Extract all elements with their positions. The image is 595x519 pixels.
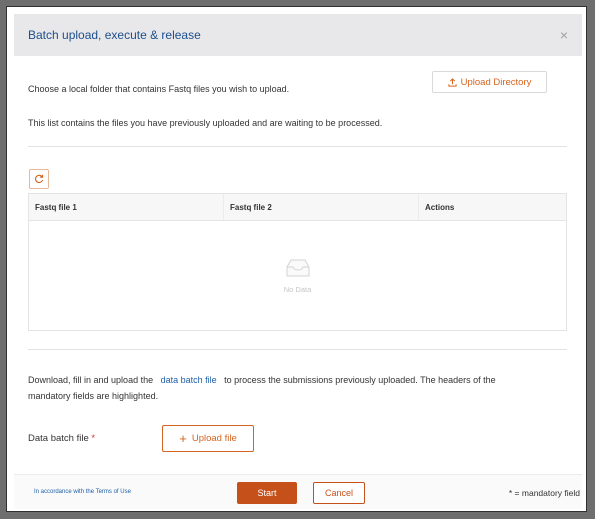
upload-file-label: Upload file	[191, 433, 237, 444]
batch-text-line2: mandatory fields are highlighted.	[28, 391, 159, 401]
close-icon[interactable]: ×	[560, 27, 568, 43]
dialog-header: Batch upload, execute & release ×	[14, 14, 582, 56]
cancel-button[interactable]: Cancel	[313, 482, 365, 504]
batch-upload-dialog: Batch upload, execute & release × Choose…	[6, 6, 587, 512]
batch-text-after: to process the submissions previously up…	[224, 375, 496, 385]
table-header: Fastq file 1 Fastq file 2 Actions	[29, 194, 566, 221]
upload-directory-label: Upload Directory	[460, 76, 532, 88]
column-header-fastq-file-2: Fastq file 2	[224, 194, 419, 220]
plus-icon: +	[179, 431, 187, 446]
empty-inbox-icon	[286, 259, 309, 276]
batch-text-before: Download, fill in and upload the	[28, 375, 154, 385]
batch-instructions: Download, fill in and upload the data ba…	[28, 375, 496, 385]
fastq-files-table: Fastq file 1 Fastq file 2 Actions No Dat…	[28, 193, 567, 331]
terms-of-use-link[interactable]: In accordance with the Terms of Use	[34, 489, 131, 495]
uploaded-list-text: This list contains the files you have pr…	[28, 118, 383, 128]
required-asterisk: *	[91, 433, 96, 444]
column-header-fastq-file-1: Fastq file 1	[29, 194, 224, 220]
dialog-title: Batch upload, execute & release	[28, 28, 201, 42]
empty-text: No Data	[283, 284, 312, 294]
column-header-actions: Actions	[425, 202, 455, 212]
mandatory-field-note: * = mandatory field	[508, 488, 580, 498]
upload-icon	[448, 77, 457, 87]
empty-state: No Data	[29, 220, 566, 330]
data-batch-file-label: Data batch file *	[28, 433, 95, 444]
dialog-footer: In accordance with the Terms of Use Star…	[14, 474, 582, 509]
field-label-text: Data batch file	[28, 433, 89, 444]
divider	[28, 146, 567, 147]
data-batch-file-link[interactable]: data batch file	[161, 375, 217, 385]
refresh-button[interactable]	[29, 169, 49, 189]
upload-file-button[interactable]: + Upload file	[162, 425, 254, 452]
choose-folder-text: Choose a local folder that contains Fast…	[28, 84, 290, 94]
divider	[28, 349, 567, 350]
refresh-icon	[35, 174, 44, 184]
upload-directory-button[interactable]: Upload Directory	[432, 71, 547, 93]
start-button[interactable]: Start	[237, 482, 297, 504]
